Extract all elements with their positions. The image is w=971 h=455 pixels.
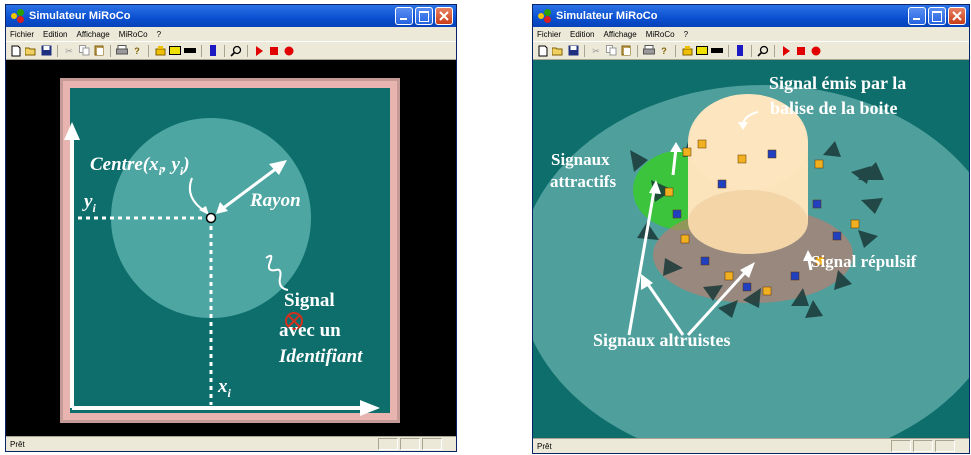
centre-label: Centre(xi, yi) (90, 154, 190, 178)
app-icon (11, 9, 25, 23)
menu-edition[interactable]: Edition (570, 30, 594, 39)
help-icon[interactable]: ? (658, 45, 670, 57)
title-bar[interactable]: Simulateur MiRoCo (533, 5, 969, 27)
status-bar: Prêt (6, 436, 456, 451)
signaux-altruistes-label: Signaux altruistes (593, 330, 731, 350)
open-folder-icon[interactable] (25, 45, 37, 57)
new-file-icon[interactable] (537, 45, 549, 57)
cut-icon[interactable]: ✂ (63, 45, 75, 57)
menu-bar: Fichier Edition Affichage MiRoCo ? (533, 27, 969, 41)
signal-emis-label-2: balise de la boite (770, 98, 898, 118)
maximize-button[interactable] (415, 7, 433, 25)
app-icon (538, 9, 552, 23)
right-simulator-window: Simulateur MiRoCo Fichier Edition Affich… (532, 4, 970, 454)
close-button[interactable] (948, 7, 966, 25)
box-icon[interactable] (696, 45, 708, 57)
signaux-label: Signaux (551, 150, 610, 169)
robot-icon[interactable] (154, 45, 166, 57)
maximize-button[interactable] (928, 7, 946, 25)
record-icon[interactable] (283, 45, 295, 57)
stop-icon[interactable] (268, 45, 280, 57)
menu-affichage[interactable]: Affichage (603, 30, 636, 39)
status-bar: Prêt (533, 438, 969, 453)
menu-fichier[interactable]: Fichier (10, 30, 34, 39)
avec-un-label: avec un (279, 320, 341, 341)
wall-icon[interactable] (184, 45, 196, 57)
paste-icon[interactable] (93, 45, 105, 57)
window-title: Simulateur MiRoCo (556, 10, 658, 22)
window-title: Simulateur MiRoCo (29, 10, 131, 22)
cut-icon[interactable]: ✂ (590, 45, 602, 57)
print-icon[interactable] (116, 45, 128, 57)
signal-label: Signal (284, 290, 335, 311)
rayon-label: Rayon (250, 190, 301, 211)
stop-icon[interactable] (795, 45, 807, 57)
play-icon[interactable] (780, 45, 792, 57)
paste-icon[interactable] (620, 45, 632, 57)
menu-miroco[interactable]: MiRoCo (119, 30, 148, 39)
copy-icon[interactable] (78, 45, 90, 57)
arena-view[interactable]: Centre(xi, yi) yi Rayon Signal avec un I… (6, 60, 456, 437)
marker-icon[interactable] (207, 45, 219, 57)
print-icon[interactable] (643, 45, 655, 57)
record-icon[interactable] (810, 45, 822, 57)
arena-drawing (60, 78, 400, 423)
menu-edition[interactable]: Edition (43, 30, 67, 39)
arena-3d-view[interactable]: Signal émis par la balise de la boite Si… (533, 60, 969, 439)
minimize-button[interactable] (908, 7, 926, 25)
arena-3d-drawing (533, 85, 969, 439)
robot-icon[interactable] (681, 45, 693, 57)
new-file-icon[interactable] (10, 45, 22, 57)
yi-label: yi (84, 191, 96, 215)
save-icon[interactable] (567, 45, 579, 57)
xi-label: xi (218, 376, 231, 400)
attractifs-label: attractifs (550, 172, 617, 191)
menu-help[interactable]: ? (684, 30, 688, 39)
box-icon[interactable] (169, 45, 181, 57)
toolbar: ✂ ? (533, 41, 969, 60)
status-text: Prêt (10, 439, 25, 449)
zoom-icon[interactable] (757, 45, 769, 57)
menu-fichier[interactable]: Fichier (537, 30, 561, 39)
play-icon[interactable] (253, 45, 265, 57)
menu-help[interactable]: ? (157, 30, 161, 39)
minimize-button[interactable] (395, 7, 413, 25)
copy-icon[interactable] (605, 45, 617, 57)
open-folder-icon[interactable] (552, 45, 564, 57)
title-bar[interactable]: Simulateur MiRoCo (6, 5, 456, 27)
help-icon[interactable]: ? (131, 45, 143, 57)
signal-emis-label-1: Signal émis par la (769, 73, 907, 93)
status-text: Prêt (537, 441, 552, 451)
menu-bar: Fichier Edition Affichage MiRoCo ? (6, 27, 456, 41)
menu-miroco[interactable]: MiRoCo (646, 30, 675, 39)
menu-affichage[interactable]: Affichage (76, 30, 109, 39)
toolbar: ✂ ? (6, 41, 456, 60)
close-button[interactable] (435, 7, 453, 25)
identifiant-label: Identifiant (279, 346, 363, 367)
left-simulator-window: Simulateur MiRoCo Fichier Edition Affich… (5, 4, 457, 452)
zoom-icon[interactable] (230, 45, 242, 57)
signal-repulsif-label: Signal répulsif (811, 252, 917, 271)
wall-icon[interactable] (711, 45, 723, 57)
marker-icon[interactable] (734, 45, 746, 57)
save-icon[interactable] (40, 45, 52, 57)
